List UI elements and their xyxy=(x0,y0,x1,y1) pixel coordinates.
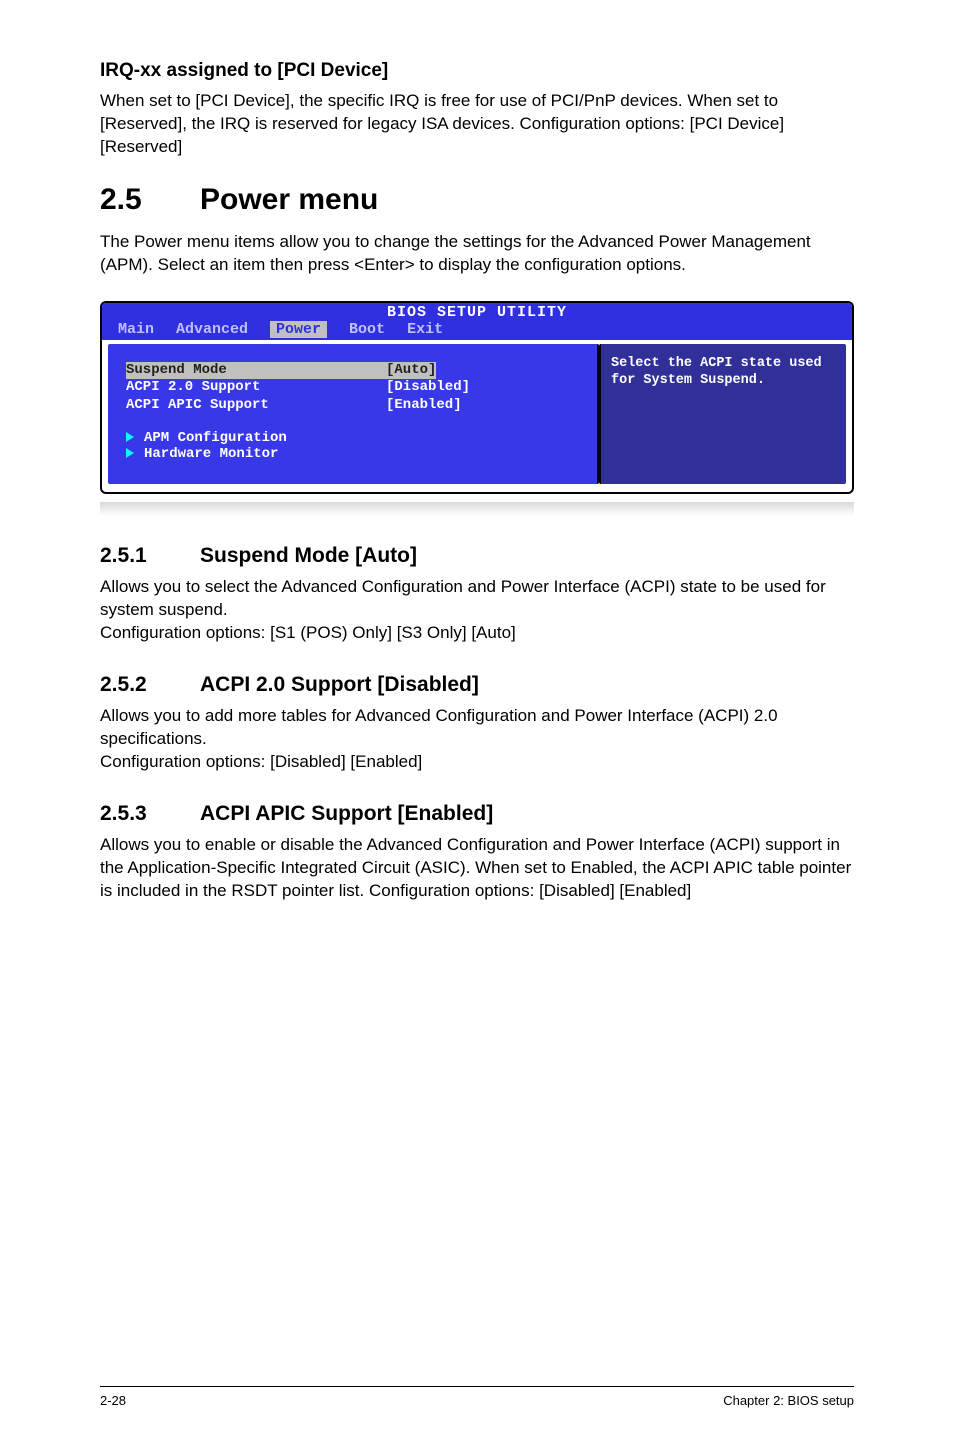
power-menu-heading: 2.5Power menu xyxy=(100,183,854,217)
heading-252: 2.5.2ACPI 2.0 Support [Disabled] xyxy=(100,673,854,697)
bios-tab-advanced[interactable]: Advanced xyxy=(176,321,270,338)
body-253: Allows you to enable or disable the Adva… xyxy=(100,834,854,903)
bios-shadow xyxy=(100,502,854,516)
triangle-icon xyxy=(126,432,134,442)
heading-number: 2.5.2 xyxy=(100,673,200,697)
bios-value: [Auto] xyxy=(386,362,436,380)
body-251: Allows you to select the Advanced Config… xyxy=(100,576,854,645)
page-footer: 2-28 Chapter 2: BIOS setup xyxy=(100,1386,854,1408)
bios-tab-boot[interactable]: Boot xyxy=(349,321,407,338)
bios-label: Suspend Mode xyxy=(126,362,386,380)
bios-help-panel: Select the ACPI state used for System Su… xyxy=(599,344,846,485)
heading-title: ACPI APIC Support [Enabled] xyxy=(200,802,493,825)
bios-value: [Enabled] xyxy=(386,397,462,415)
bios-submenu-hwmon[interactable]: Hardware Monitor xyxy=(126,446,579,462)
power-menu-title: Power menu xyxy=(200,183,378,216)
bios-tab-main[interactable]: Main xyxy=(118,321,176,338)
footer-chapter: Chapter 2: BIOS setup xyxy=(723,1393,854,1408)
irq-body: When set to [PCI Device], the specific I… xyxy=(100,90,854,159)
body-252: Allows you to add more tables for Advanc… xyxy=(100,705,854,774)
heading-253: 2.5.3ACPI APIC Support [Enabled] xyxy=(100,802,854,826)
heading-251: 2.5.1Suspend Mode [Auto] xyxy=(100,544,854,568)
bios-title: BIOS SETUP UTILITY xyxy=(102,303,852,321)
heading-number: 2.5.3 xyxy=(100,802,200,826)
footer-page-number: 2-28 xyxy=(100,1393,126,1408)
bios-window: BIOS SETUP UTILITY Main Advanced Power B… xyxy=(100,301,854,495)
bios-submenu-label: Hardware Monitor xyxy=(144,446,278,462)
bios-label: ACPI APIC Support xyxy=(126,397,386,415)
heading-title: Suspend Mode [Auto] xyxy=(200,544,417,567)
bios-tab-power[interactable]: Power xyxy=(270,321,327,338)
bios-tab-exit[interactable]: Exit xyxy=(407,321,465,338)
bios-row-suspend-mode[interactable]: Suspend Mode [Auto] xyxy=(126,362,579,380)
irq-heading: IRQ-xx assigned to [PCI Device] xyxy=(100,60,854,82)
bios-settings-panel: Suspend Mode [Auto] ACPI 2.0 Support [Di… xyxy=(108,344,599,485)
bios-row-acpi-20[interactable]: ACPI 2.0 Support [Disabled] xyxy=(126,379,579,397)
heading-number: 2.5.1 xyxy=(100,544,200,568)
bios-submenu-label: APM Configuration xyxy=(144,430,287,446)
power-menu-intro: The Power menu items allow you to change… xyxy=(100,231,854,277)
power-menu-number: 2.5 xyxy=(100,183,200,217)
bios-label: ACPI 2.0 Support xyxy=(126,379,386,397)
bios-tab-bar: Main Advanced Power Boot Exit xyxy=(102,321,852,340)
bios-row-acpi-apic[interactable]: ACPI APIC Support [Enabled] xyxy=(126,397,579,415)
heading-title: ACPI 2.0 Support [Disabled] xyxy=(200,673,479,696)
bios-submenu-apm[interactable]: APM Configuration xyxy=(126,430,579,446)
bios-value: [Disabled] xyxy=(386,379,470,397)
triangle-icon xyxy=(126,448,134,458)
